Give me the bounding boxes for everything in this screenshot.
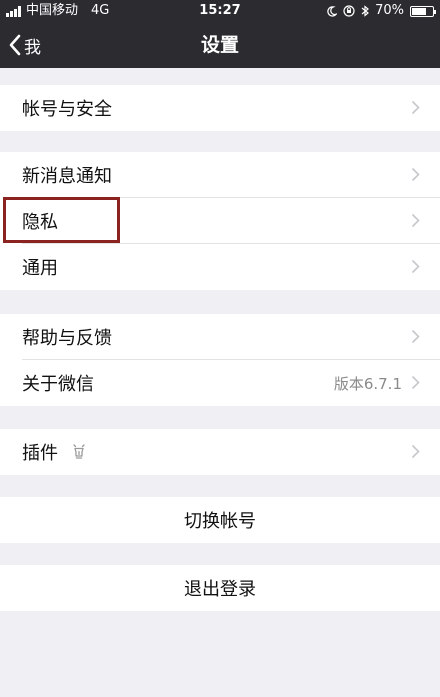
cell-account-security[interactable]: 帐号与安全 (0, 85, 440, 131)
back-label: 我 (24, 37, 41, 58)
cell-plugins[interactable]: 插件 (0, 429, 440, 475)
group-help: 帮助与反馈 关于微信 版本6.7.1 (0, 314, 440, 406)
cell-label: 帐号与安全 (22, 99, 112, 120)
cell-label: 插件 (22, 443, 58, 464)
cell-label: 新消息通知 (22, 166, 112, 187)
cell-about-wechat[interactable]: 关于微信 版本6.7.1 (0, 360, 440, 406)
group-notify: 新消息通知 隐私 通用 (0, 152, 440, 290)
battery-percent: 70% (375, 3, 404, 18)
bluetooth-icon (361, 5, 370, 17)
logout-button[interactable]: 退出登录 (0, 565, 440, 611)
cell-label: 关于微信 (22, 374, 94, 395)
chevron-right-icon (411, 259, 420, 274)
cell-help-feedback[interactable]: 帮助与反馈 (0, 314, 440, 360)
page-title: 设置 (200, 34, 239, 56)
group-plugins: 插件 (0, 429, 440, 475)
top-bar: 中国移动 4G 15:27 70% 我 设置 (0, 0, 440, 68)
back-button[interactable]: 我 (8, 22, 41, 68)
chevron-left-icon (9, 34, 21, 56)
version-label: 版本6.7.1 (333, 374, 402, 393)
battery-icon (410, 5, 436, 17)
cell-label: 帮助与反馈 (22, 328, 112, 349)
group-account: 帐号与安全 (0, 85, 440, 131)
switch-account-button[interactable]: 切换帐号 (0, 497, 440, 543)
nav-bar: 我 设置 (0, 22, 440, 68)
cell-general[interactable]: 通用 (0, 244, 440, 290)
cell-label: 通用 (22, 258, 58, 279)
status-bar: 中国移动 4G 15:27 70% (0, 0, 440, 22)
group-logout: 退出登录 (0, 565, 440, 611)
chevron-right-icon (411, 375, 420, 390)
chevron-right-icon (411, 444, 420, 459)
chevron-right-icon (411, 329, 420, 344)
plugin-icon (73, 444, 85, 459)
cell-privacy[interactable]: 隐私 (0, 198, 440, 244)
group-switch-account: 切换帐号 (0, 497, 440, 543)
orientation-lock-icon (343, 5, 355, 17)
cell-label: 隐私 (22, 212, 58, 233)
status-right: 70% (326, 0, 436, 22)
chevron-right-icon (411, 100, 420, 115)
cell-new-message-notify[interactable]: 新消息通知 (0, 152, 440, 198)
moon-icon (327, 5, 338, 17)
chevron-right-icon (411, 167, 420, 182)
chevron-right-icon (411, 213, 420, 228)
